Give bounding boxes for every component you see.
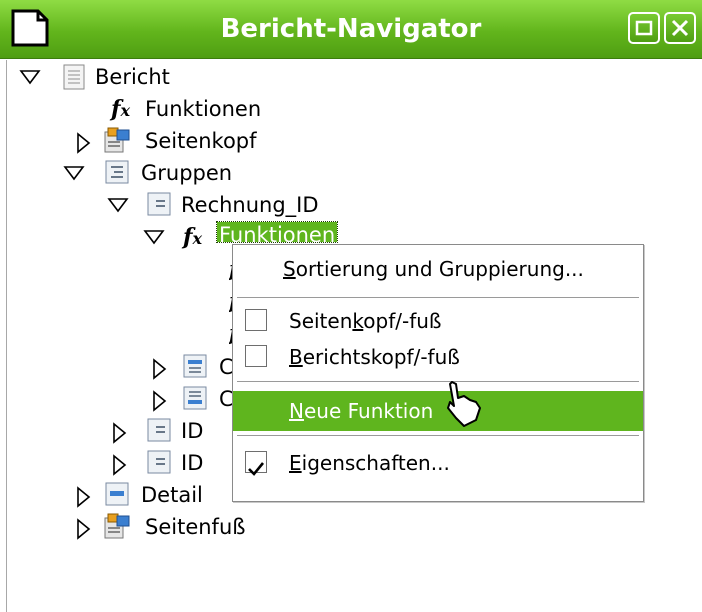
- checkbox-unchecked[interactable]: [245, 345, 267, 367]
- menu-item-seitenkopf-fuss[interactable]: Seitenkopf/-fuß: [233, 301, 643, 341]
- menu-separator: [237, 435, 639, 436]
- collapsed-arrow-icon[interactable]: [75, 518, 91, 540]
- collapsed-arrow-icon[interactable]: [151, 390, 167, 412]
- menu-item-sortierung[interactable]: Sortierung und Gruppierung...: [233, 249, 643, 289]
- page-footer-icon: [104, 513, 130, 539]
- report-document-icon: [63, 64, 85, 90]
- menu-item-berichtskopf-fuss[interactable]: Berichtskopf/-fuß: [233, 337, 643, 377]
- group-section-icon: [147, 450, 171, 474]
- restore-button[interactable]: [628, 12, 660, 44]
- checkbox-checked[interactable]: [245, 451, 267, 476]
- collapsed-arrow-icon[interactable]: [75, 132, 91, 154]
- tree-item-funktionen-selected[interactable]: Funktionen: [215, 221, 339, 243]
- collapsed-arrow-icon[interactable]: [111, 422, 127, 444]
- report-navigator-window: Bericht-Navigator Bericht fx Funktionen: [0, 0, 702, 612]
- tree-item-gruppen[interactable]: Gruppen: [141, 158, 232, 188]
- window-title: Bericht-Navigator: [220, 14, 482, 44]
- tree-item-rechnung-id[interactable]: Rechnung_ID: [181, 190, 319, 220]
- close-icon: [671, 19, 689, 37]
- detail-icon: [105, 482, 129, 506]
- hand-cursor-icon: [447, 381, 481, 427]
- context-menu: Sortierung und Gruppierung... Seitenkopf…: [232, 244, 644, 502]
- restore-icon: [635, 20, 653, 36]
- title-bar[interactable]: Bericht-Navigator: [0, 0, 702, 59]
- tree-item-funktionen[interactable]: Funktionen: [145, 94, 261, 124]
- collapsed-arrow-icon[interactable]: [111, 454, 127, 476]
- page-header-icon: [104, 127, 130, 153]
- function-icon: fx: [111, 96, 131, 122]
- group-section-icon: [147, 192, 171, 216]
- checkbox-unchecked[interactable]: [245, 309, 267, 331]
- tree-item-seitenkopf[interactable]: Seitenkopf: [145, 126, 257, 156]
- menu-item-neue-funktion[interactable]: Neue Funktion: [233, 391, 643, 431]
- tree-item-partial[interactable]: C: [219, 384, 233, 414]
- tree-item-id[interactable]: ID: [181, 416, 203, 446]
- tree-item-bericht[interactable]: Bericht: [95, 62, 170, 92]
- close-button[interactable]: [664, 12, 696, 44]
- menu-separator: [237, 297, 639, 298]
- groups-icon: [105, 160, 129, 184]
- tree-item-partial[interactable]: C: [219, 352, 233, 382]
- expanded-arrow-icon[interactable]: [63, 164, 85, 182]
- collapsed-arrow-icon[interactable]: [151, 358, 167, 380]
- function-icon: fx: [183, 224, 203, 250]
- expanded-arrow-icon[interactable]: [107, 196, 129, 214]
- tree-item-seitenfuss[interactable]: Seitenfuß: [145, 512, 245, 542]
- collapsed-arrow-icon[interactable]: [75, 486, 91, 508]
- expanded-arrow-icon[interactable]: [19, 68, 41, 86]
- group-footer-icon: [183, 386, 207, 410]
- tree-item-id[interactable]: ID: [181, 448, 203, 478]
- menu-item-eigenschaften[interactable]: Eigenschaften...: [233, 443, 643, 483]
- expanded-arrow-icon[interactable]: [143, 228, 165, 246]
- menu-separator: [237, 381, 639, 382]
- checkmark-icon: [248, 462, 265, 476]
- group-section-icon: [147, 418, 171, 442]
- tree-item-detail[interactable]: Detail: [141, 480, 203, 510]
- group-header-icon: [183, 354, 207, 378]
